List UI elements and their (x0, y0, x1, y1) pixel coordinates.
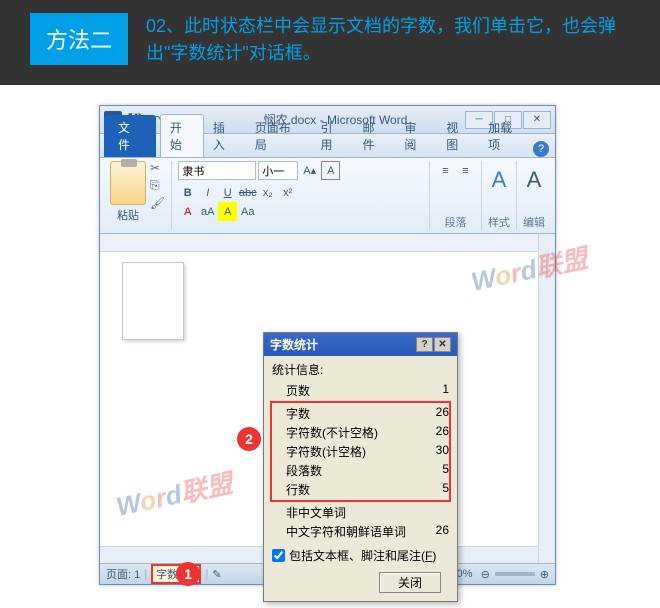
group-font: A▴ A B I U abc x₂ x² A aA A Aa (172, 161, 430, 230)
editing-icon[interactable]: A (527, 167, 542, 193)
stat-chars-space: 字符数(计空格)30 (272, 442, 449, 461)
tab-mailings[interactable]: 邮件 (353, 115, 395, 157)
dialog-help-button[interactable]: ? (416, 337, 433, 352)
ribbon: 粘贴 ✂ ⎘ 🖌 A▴ A B I U abc x₂ x² (100, 158, 555, 234)
grow-font-icon[interactable]: A▴ (300, 161, 319, 180)
styles-label: 样式 (488, 214, 510, 230)
dialog-close-button[interactable]: 关闭 (379, 572, 441, 593)
help-icon[interactable]: ? (533, 141, 549, 157)
strike-button[interactable]: abc (238, 183, 257, 202)
status-page[interactable]: 页面: 1 (106, 566, 140, 582)
callout-2: 2 (237, 427, 261, 451)
tab-view[interactable]: 视图 (437, 115, 479, 157)
tab-addins[interactable]: 加载项 (479, 115, 533, 157)
stat-pages: 页数1 (272, 381, 449, 400)
proofing-icon[interactable]: ✎ (212, 568, 221, 581)
dialog-title: 字数统计 (270, 336, 318, 353)
numbering-icon[interactable]: ≡ (456, 161, 475, 180)
tab-review[interactable]: 审阅 (395, 115, 437, 157)
tutorial-banner: 方法二 02、此时状态栏中会显示文档的字数，我们单击它，也会弹出"字数统计"对话… (0, 0, 660, 85)
font-color-button[interactable]: A (178, 202, 197, 221)
stat-words: 字数26 (272, 404, 449, 423)
dialog-subtitle: 统计信息: (272, 361, 449, 378)
callout-1: 1 (176, 562, 200, 586)
zoom-out-icon[interactable]: ⊖ (481, 568, 490, 581)
paragraph-label: 段落 (445, 214, 467, 230)
bold-button[interactable]: B (178, 183, 197, 202)
zoom-slider[interactable] (495, 572, 535, 576)
underline-button[interactable]: U (218, 183, 237, 202)
ribbon-tabs: 文件 开始 插入 页面布局 引用 邮件 审阅 视图 加载项 ? (100, 134, 555, 158)
page-thumbnail (122, 262, 184, 340)
checkbox-label: 包括文本框、脚注和尾注(F) (289, 547, 436, 564)
dialog-titlebar[interactable]: 字数统计 ? ✕ (264, 333, 457, 356)
clipboard-side: ✂ ⎘ 🖌 (150, 161, 165, 210)
method-badge: 方法二 (30, 13, 128, 65)
stat-nonchinese: 非中文单词 (272, 503, 449, 522)
group-styles: A 样式 (482, 161, 517, 230)
stat-cjk: 中文字符和朝鲜语单词26 (272, 522, 449, 541)
stat-chars-nospace: 字符数(不计空格)26 (272, 423, 449, 442)
file-tab[interactable]: 文件 (104, 115, 156, 157)
stat-paragraphs: 段落数5 (272, 461, 449, 480)
font-name-select[interactable] (178, 161, 256, 180)
dialog-body: 统计信息: 页数1 字数26 字符数(不计空格)26 字符数(计空格)30 段落… (264, 356, 457, 601)
stat-lines: 行数5 (272, 480, 449, 499)
group-paragraph: ≡≡ 段落 (430, 161, 482, 230)
ruler[interactable] (100, 234, 555, 252)
vertical-scrollbar[interactable] (538, 234, 555, 563)
editing-label: 编辑 (523, 214, 545, 230)
clear-format-button[interactable]: Aa (238, 202, 257, 221)
tab-insert[interactable]: 插入 (204, 115, 246, 157)
tab-layout[interactable]: 页面布局 (246, 115, 312, 157)
shrink-font-icon[interactable]: A (321, 161, 340, 180)
include-textboxes-checkbox[interactable]: 包括文本框、脚注和尾注(F) (272, 547, 449, 564)
tab-references[interactable]: 引用 (312, 115, 354, 157)
italic-button[interactable]: I (198, 183, 217, 202)
superscript-button[interactable]: x² (278, 183, 297, 202)
group-editing: A 编辑 (517, 161, 551, 230)
zoom-in-icon[interactable]: ⊕ (540, 568, 549, 581)
paste-label: 粘贴 (117, 207, 139, 223)
tab-home[interactable]: 开始 (160, 114, 204, 157)
format-painter-icon[interactable]: 🖌 (150, 196, 165, 210)
word-count-dialog: 字数统计 ? ✕ 统计信息: 页数1 字数26 字符数(不计空格)26 字符数(… (263, 332, 458, 602)
banner-text: 02、此时状态栏中会显示文档的字数，我们单击它，也会弹出"字数统计"对话框。 (146, 13, 630, 67)
font-size-select[interactable] (258, 161, 298, 180)
highlight-button[interactable]: A (218, 202, 237, 221)
dialog-close-x[interactable]: ✕ (434, 337, 451, 352)
group-clipboard: 粘贴 ✂ ⎘ 🖌 (104, 161, 172, 230)
cut-icon[interactable]: ✂ (150, 161, 165, 175)
font-format-row2: A aA A Aa (178, 202, 257, 221)
highlighted-stats: 字数26 字符数(不计空格)26 字符数(计空格)30 段落数5 行数5 (270, 401, 451, 502)
styles-icon[interactable]: A (492, 167, 507, 193)
copy-icon[interactable]: ⎘ (150, 178, 165, 193)
change-case-button[interactable]: aA (198, 202, 217, 221)
include-checkbox-input[interactable] (272, 549, 285, 562)
paste-button[interactable] (110, 161, 146, 205)
subscript-button[interactable]: x₂ (258, 183, 277, 202)
font-format-row1: B I U abc x₂ x² (178, 183, 297, 202)
bullets-icon[interactable]: ≡ (436, 161, 455, 180)
